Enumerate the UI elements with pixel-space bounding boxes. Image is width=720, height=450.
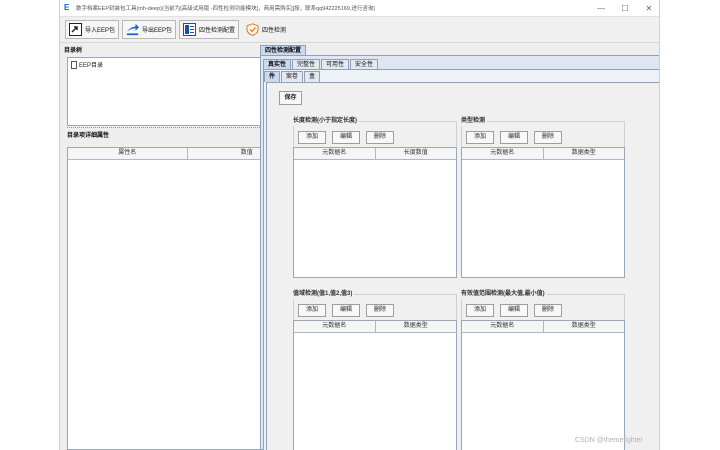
delete-button[interactable]: 删除 — [366, 131, 394, 144]
add-button[interactable]: 添加 — [466, 131, 494, 144]
config-panel: 真实性 完整性 可用性 安全性 件 案卷 盒 保存 长度检测(小于指定长度) 添… — [260, 55, 659, 450]
length-check-group: 长度检测(小于指定长度) 添加 编辑 删除 元数据名 长度数值 — [293, 117, 457, 278]
attr-col-name[interactable]: 属性名 — [68, 148, 188, 159]
type-check-group: 类型检测 添加 编辑 删除 元数据名 数据类型 — [461, 117, 625, 278]
edit-button[interactable]: 编辑 — [500, 131, 528, 144]
right-panel: 四性检测配置 真实性 完整性 可用性 安全性 件 案卷 盒 保存 长度检测(小于… — [260, 44, 659, 450]
window-title: 数字档案EEP封装包工具(mh-deep)(当前为[高级试用版 -四性检测功能模… — [76, 6, 376, 12]
maximize-button[interactable]: ☐ — [613, 0, 637, 17]
table-header: 元数据名 数据类型 — [294, 321, 456, 333]
col-metadata-name[interactable]: 元数据名 — [462, 148, 544, 159]
col-data-type[interactable]: 数据类型 — [544, 321, 625, 332]
col-metadata-name[interactable]: 元数据名 — [294, 321, 376, 332]
document-icon — [71, 60, 77, 69]
app-window: E 数字档案EEP封装包工具(mh-deep)(当前为[高级试用版 -四性检测功… — [59, 0, 660, 450]
title-bar: E 数字档案EEP封装包工具(mh-deep)(当前为[高级试用版 -四性检测功… — [60, 0, 659, 17]
import-arrow-icon — [69, 23, 82, 36]
tree-item-label: EEP目录 — [79, 63, 104, 69]
tab-volume[interactable]: 案卷 — [281, 71, 304, 82]
shield-icon — [246, 23, 259, 36]
save-button[interactable]: 保存 — [279, 91, 302, 105]
range-value-check-group: 值域检测(值1,值2,值3) 添加 编辑 删除 元数据名 数据类型 — [293, 290, 457, 450]
add-button[interactable]: 添加 — [298, 304, 326, 317]
length-check-table[interactable]: 元数据名 长度数值 — [293, 147, 457, 278]
export-eep-button[interactable]: 导出EEP包 — [122, 20, 177, 39]
col-data-type[interactable]: 数据类型 — [544, 148, 625, 159]
group-title: 类型检测 — [461, 118, 486, 124]
level-tabstrip: 件 案卷 盒 — [264, 70, 659, 82]
edit-button[interactable]: 编辑 — [332, 131, 360, 144]
add-button[interactable]: 添加 — [298, 131, 326, 144]
col-metadata-name[interactable]: 元数据名 — [294, 148, 376, 159]
toolbar: 导入EEP包 导出EEP包 四性检测配置 四性检测 — [60, 17, 659, 43]
table-header: 元数据名 数据类型 — [462, 148, 624, 160]
edit-button[interactable]: 编辑 — [332, 304, 360, 317]
range-value-table[interactable]: 元数据名 数据类型 — [293, 320, 457, 450]
export-eep-label: 导出EEP包 — [142, 28, 173, 34]
type-check-table[interactable]: 元数据名 数据类型 — [461, 147, 625, 278]
config-document-icon — [183, 23, 197, 36]
tab-item[interactable]: 件 — [264, 71, 281, 82]
valid-range-table[interactable]: 元数据名 数据类型 — [461, 320, 625, 450]
import-eep-label: 导入EEP包 — [85, 28, 116, 34]
minimize-button[interactable]: — — [589, 0, 613, 17]
export-share-icon — [126, 23, 140, 36]
button-row: 添加 编辑 删除 — [466, 131, 562, 144]
four-check-label: 四性检测 — [262, 28, 287, 34]
table-header: 元数据名 数据类型 — [462, 321, 624, 333]
item-config-panel: 保存 长度检测(小于指定长度) 添加 编辑 删除 元数据名 长度数值 类型检测 … — [266, 82, 659, 450]
col-data-type[interactable]: 数据类型 — [376, 321, 457, 332]
valid-range-check-group: 有效值范围检测(最大值,最小值) 添加 编辑 删除 元数据名 数据类型 — [461, 290, 625, 450]
edit-button[interactable]: 编辑 — [500, 304, 528, 317]
app-logo-icon: E — [64, 3, 70, 12]
col-length-value[interactable]: 长度数值 — [376, 148, 457, 159]
four-check-config-button[interactable]: 四性检测配置 — [179, 20, 240, 39]
watermark: CSDN @themefighter — [575, 437, 643, 444]
attr-title: 目录项详细属性 — [67, 133, 110, 139]
tab-box[interactable]: 盒 — [304, 71, 321, 82]
group-title: 有效值范围检测(最大值,最小值) — [461, 291, 545, 297]
add-button[interactable]: 添加 — [466, 304, 494, 317]
four-check-config-label: 四性检测配置 — [199, 28, 236, 34]
authenticity-panel: 件 案卷 盒 保存 长度检测(小于指定长度) 添加 编辑 删除 元数据名 长度数… — [263, 69, 659, 450]
button-row: 添加 编辑 删除 — [466, 304, 562, 317]
group-title: 值域检测(值1,值2,值3) — [293, 291, 353, 297]
delete-button[interactable]: 删除 — [534, 131, 562, 144]
group-title: 长度检测(小于指定长度) — [293, 118, 357, 124]
col-metadata-name[interactable]: 元数据名 — [462, 321, 544, 332]
close-button[interactable]: ✕ — [637, 0, 659, 17]
button-row: 添加 编辑 删除 — [298, 304, 394, 317]
import-eep-button[interactable]: 导入EEP包 — [65, 20, 120, 39]
table-header: 元数据名 长度数值 — [294, 148, 456, 160]
button-row: 添加 编辑 删除 — [298, 131, 394, 144]
delete-button[interactable]: 删除 — [534, 304, 562, 317]
four-check-button[interactable]: 四性检测 — [242, 20, 290, 39]
delete-button[interactable]: 删除 — [366, 304, 394, 317]
